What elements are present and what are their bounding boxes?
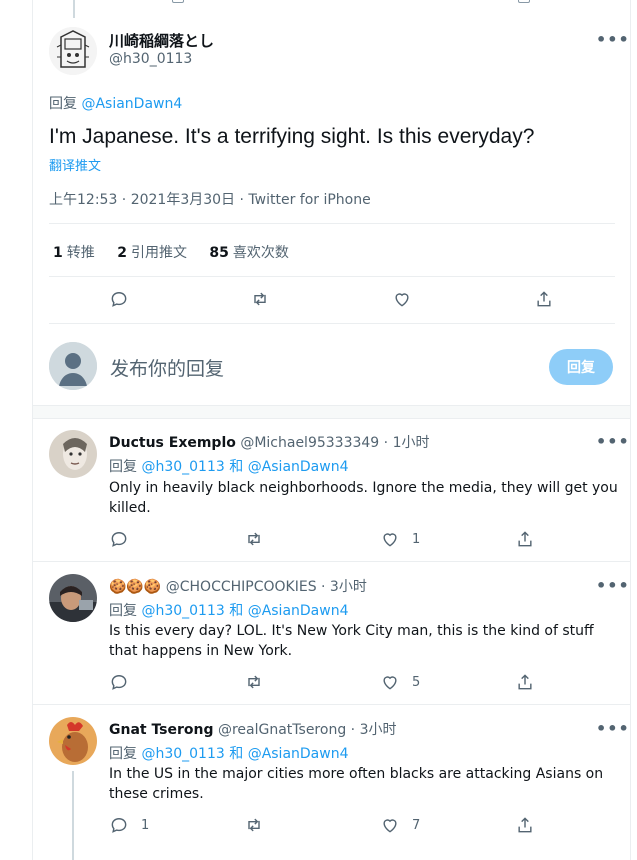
mention-link[interactable]: @AsianDawn4 (248, 459, 349, 475)
author-name[interactable]: 川崎稲綱落とし (109, 30, 214, 51)
replying-to: 回复 @AsianDawn4 (49, 93, 182, 113)
author-handle[interactable]: @h30_0113 (109, 51, 192, 67)
replying-to: 回复 @h30_0113 和 @AsianDawn4 (109, 743, 349, 763)
avatar[interactable] (49, 717, 97, 765)
divider (49, 276, 615, 277)
timestamp[interactable]: · 3小时 (351, 722, 397, 738)
mention-link[interactable]: @h30_0113 (141, 459, 224, 475)
tweet-text: In the US in the major cities more often… (109, 766, 604, 802)
mention-link[interactable]: @h30_0113 (141, 603, 224, 619)
tweet-text: I'm Japanese. It's a terrifying sight. I… (49, 125, 535, 148)
reply-prefix: 回复 (109, 746, 137, 762)
tweet-text: Is this every day? LOL. It's New York Ci… (109, 623, 594, 659)
avatar[interactable] (49, 27, 97, 75)
reply-tweet[interactable]: 🍪🍪🍪 @CHOCCHIPCOOKIES · 3小时 ••• 回复 @h30_0… (33, 562, 630, 705)
reply-prefix: 回复 (109, 459, 137, 475)
timestamp[interactable]: · 1小时 (384, 435, 430, 451)
retweet-icon[interactable] (244, 672, 276, 692)
reply-tweet[interactable]: Ductus Exemplo @Michael95333349 · 1小时 ••… (33, 418, 630, 562)
reply-icon[interactable] (109, 672, 141, 692)
translate-link[interactable]: 翻译推文 (49, 155, 101, 174)
divider (49, 223, 615, 224)
tweet-stats: 1 转推 2 引用推文 85 喜欢次数 (53, 242, 307, 262)
and-label: 和 (229, 603, 244, 619)
cut-off-icon (518, 0, 530, 3)
quotes-stat[interactable]: 2 引用推文 (117, 245, 187, 261)
retweet-icon[interactable] (244, 529, 276, 549)
cut-off-icon (172, 0, 184, 3)
and-label: 和 (229, 746, 244, 762)
reply-header: 🍪🍪🍪 @CHOCCHIPCOOKIES · 3小时 (109, 576, 367, 596)
timestamp[interactable]: · 3小时 (321, 579, 367, 595)
author-name[interactable]: Ductus Exemplo (109, 435, 236, 451)
divider (49, 323, 615, 324)
share-icon[interactable] (515, 529, 535, 549)
author-name[interactable]: Gnat Tserong (109, 722, 214, 738)
replying-to: 回复 @h30_0113 和 @AsianDawn4 (109, 600, 349, 620)
like-icon[interactable]: 1 (380, 529, 420, 549)
compose-avatar (49, 342, 97, 390)
likes-stat[interactable]: 85 喜欢次数 (209, 245, 288, 261)
more-options-icon[interactable]: ••• (596, 719, 630, 738)
tweet-text: Only in heavily black neighborhoods. Ign… (109, 480, 618, 516)
like-count: 1 (412, 531, 421, 547)
and-label: 和 (229, 459, 244, 475)
more-options-icon[interactable]: ••• (596, 432, 630, 451)
reply-header: Gnat Tserong @realGnatTserong · 3小时 (109, 719, 396, 739)
mention-link[interactable]: @AsianDawn4 (81, 96, 182, 112)
reply-header: Ductus Exemplo @Michael95333349 · 1小时 (109, 432, 429, 452)
author-handle[interactable]: @CHOCCHIPCOOKIES (166, 579, 317, 595)
timeline-right-border (630, 0, 631, 860)
like-icon[interactable]: 7 (380, 815, 420, 835)
retweets-stat[interactable]: 1 转推 (53, 245, 95, 261)
reply-tweet[interactable]: Gnat Tserong @realGnatTserong · 3小时 ••• … (33, 705, 630, 860)
more-options-icon[interactable]: ••• (596, 30, 630, 49)
like-count: 5 (412, 674, 421, 690)
reply-action-row: 1 (33, 529, 630, 553)
reply-input[interactable]: 发布你的回复 (110, 354, 224, 381)
reply-button[interactable]: 回复 (549, 349, 613, 385)
like-icon[interactable] (392, 289, 412, 309)
reply-prefix: 回复 (49, 96, 77, 112)
cut-off-action-row (0, 0, 637, 4)
thread-line (72, 771, 74, 860)
share-icon[interactable] (534, 289, 554, 309)
main-action-row (0, 289, 637, 313)
reply-count: 1 (141, 817, 150, 833)
reply-action-row: 5 (33, 672, 630, 696)
like-count: 7 (412, 817, 421, 833)
like-icon[interactable]: 5 (380, 672, 420, 692)
avatar[interactable] (49, 430, 97, 478)
retweet-icon[interactable] (250, 289, 270, 309)
mention-link[interactable]: @AsianDawn4 (248, 746, 349, 762)
section-separator (33, 405, 630, 419)
more-options-icon[interactable]: ••• (596, 576, 630, 595)
reply-icon[interactable]: 1 (109, 815, 149, 835)
retweet-icon[interactable] (244, 815, 276, 835)
tweet-meta[interactable]: 上午12:53 · 2021年3月30日 · Twitter for iPhon… (49, 189, 371, 209)
author-handle[interactable]: @Michael95333349 (240, 435, 379, 451)
reply-action-row: 1 7 (33, 815, 630, 839)
mention-link[interactable]: @h30_0113 (141, 746, 224, 762)
mention-link[interactable]: @AsianDawn4 (248, 603, 349, 619)
reply-icon[interactable] (109, 529, 141, 549)
avatar[interactable] (49, 574, 97, 622)
author-name[interactable]: 🍪🍪🍪 (109, 579, 161, 595)
share-icon[interactable] (515, 815, 535, 835)
share-icon[interactable] (515, 672, 535, 692)
author-handle[interactable]: @realGnatTserong (218, 722, 346, 738)
reply-icon[interactable] (109, 289, 129, 309)
reply-prefix: 回复 (109, 603, 137, 619)
replying-to: 回复 @h30_0113 和 @AsianDawn4 (109, 456, 349, 476)
